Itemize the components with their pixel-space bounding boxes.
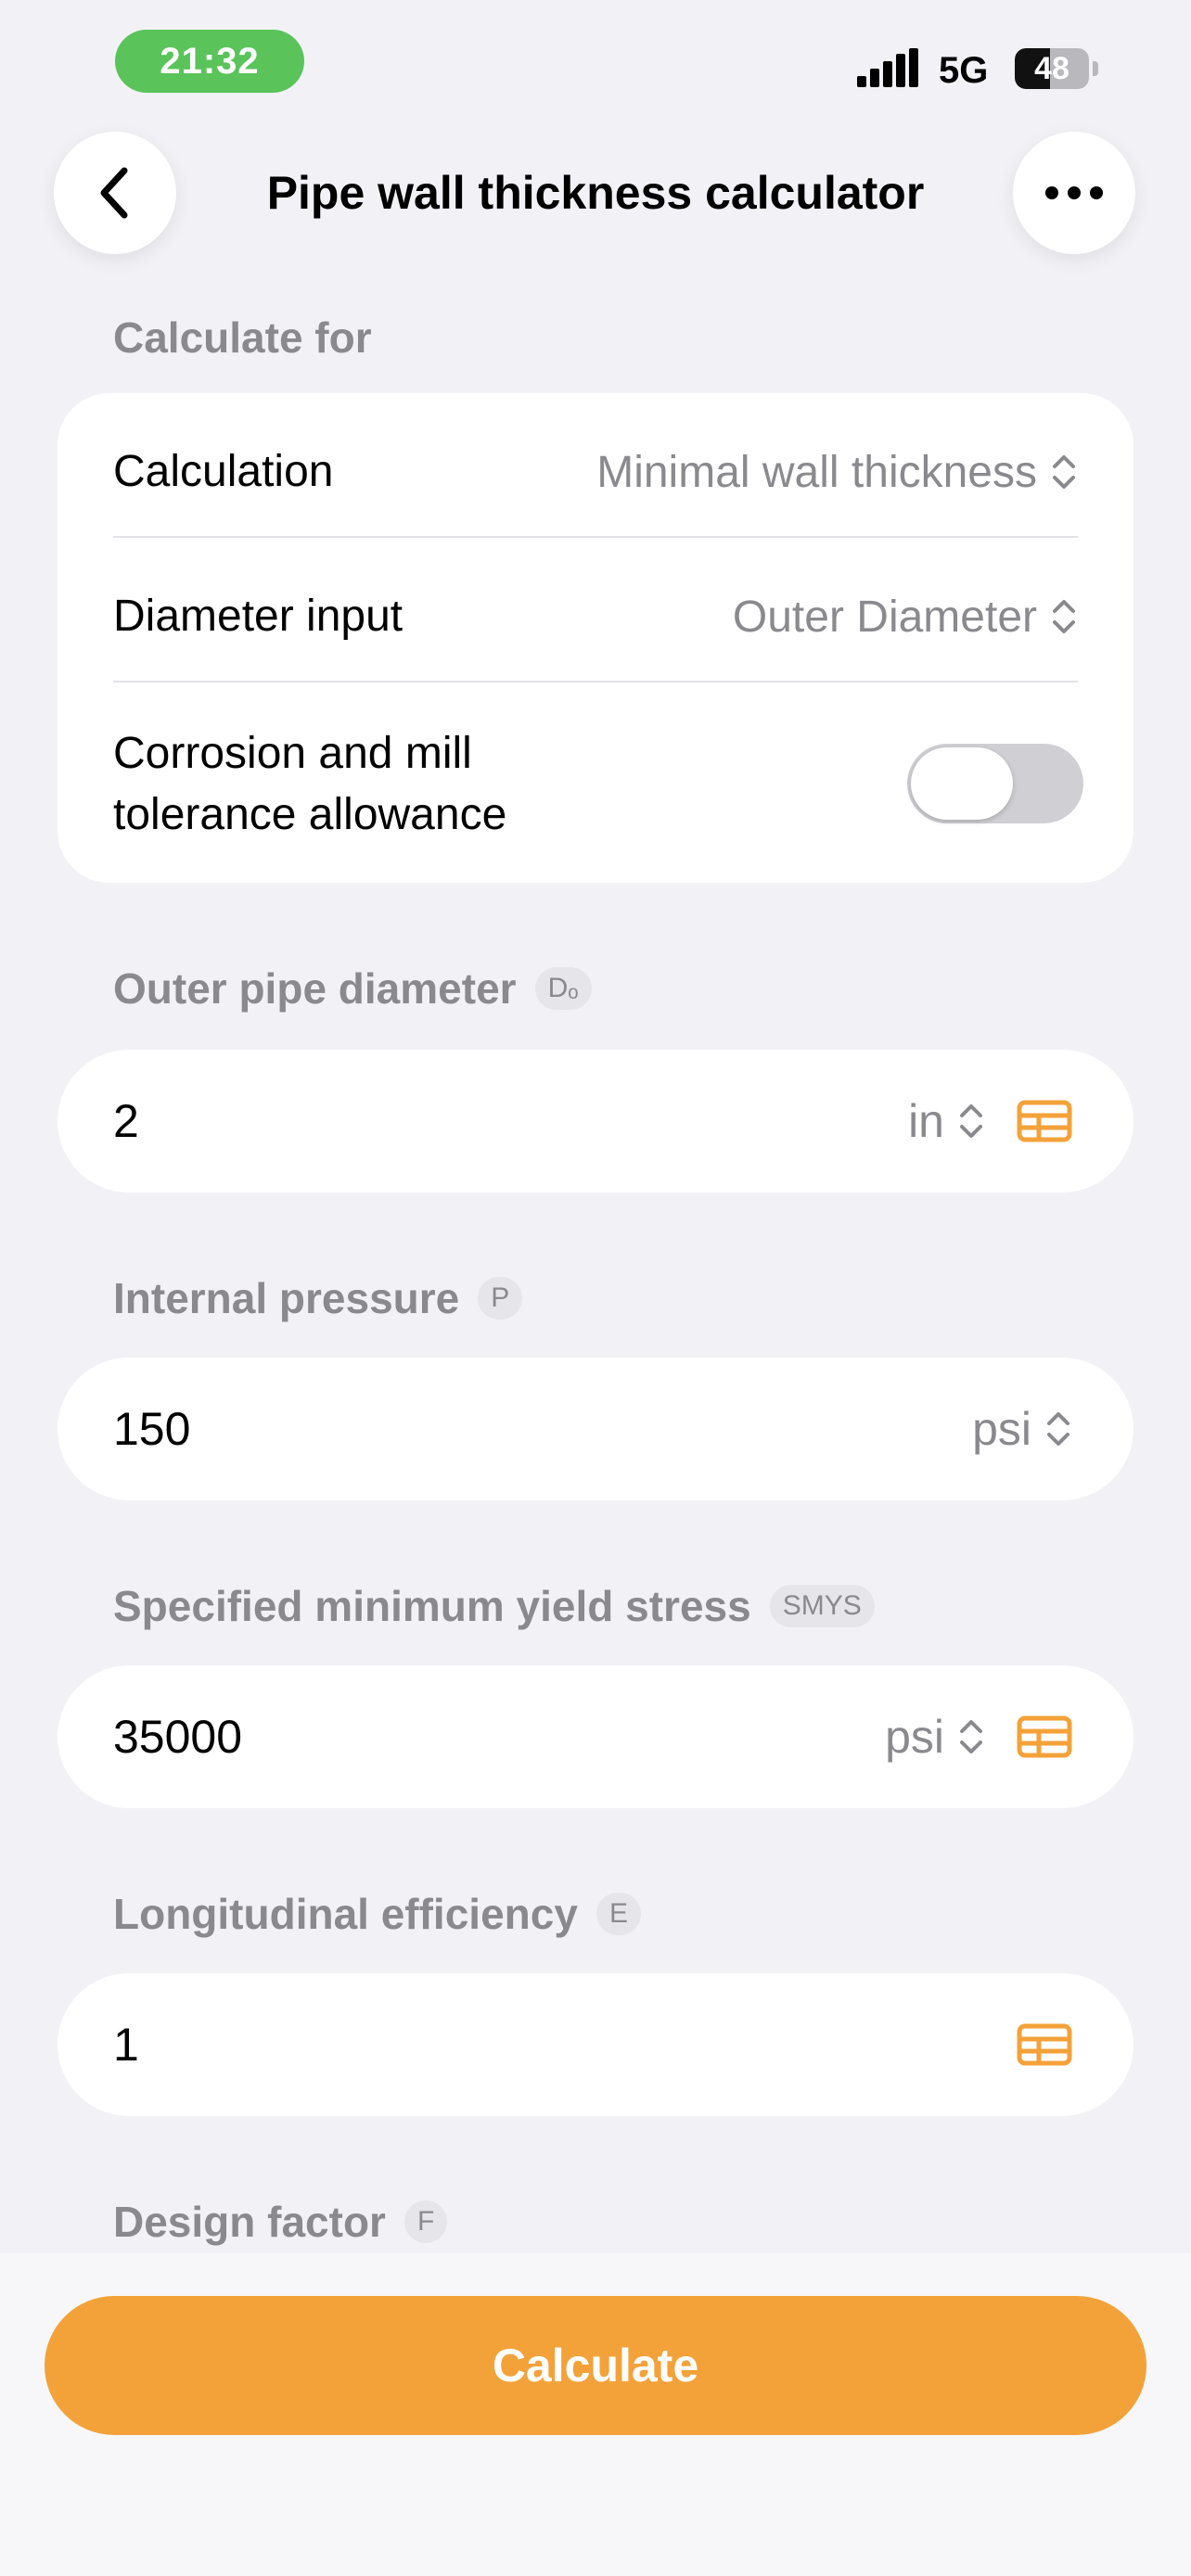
symbol-badge: P: [478, 1277, 523, 1320]
divider: [113, 681, 1078, 682]
calculation-row[interactable]: Calculation Minimal wall thickness: [113, 441, 1078, 503]
internal-pressure-value[interactable]: 150: [113, 1402, 190, 1456]
field-label-text: Specified minimum yield stress: [113, 1582, 751, 1630]
longitudinal-efficiency-value[interactable]: 1: [113, 2018, 139, 2072]
back-button[interactable]: [54, 132, 176, 254]
toggle-knob: [911, 747, 1013, 820]
page-title: Pipe wall thickness calculator: [266, 167, 925, 219]
chevron-left-icon: [100, 167, 128, 219]
battery-icon: 48: [1015, 48, 1089, 89]
unit-select[interactable]: psi: [885, 1710, 985, 1764]
field-label-design-factor: Design factor F: [113, 2194, 448, 2250]
field-label-outer-diameter: Outer pipe diameter Dₒ: [113, 961, 592, 1016]
chevron-up-down-icon: [960, 1104, 982, 1138]
settings-card: Calculation Minimal wall thickness Diame…: [58, 393, 1133, 883]
diameter-input-label: Diameter input: [113, 592, 403, 641]
outer-diameter-input[interactable]: 2 in: [58, 1050, 1133, 1192]
diameter-input-value: Outer Diameter: [732, 592, 1037, 642]
field-controls: in: [908, 1094, 1072, 1148]
chevron-up-down-icon: [960, 1720, 982, 1753]
field-controls: [985, 2023, 1072, 2066]
section-label-calculate-for: Calculate for: [113, 310, 372, 365]
chevron-up-down-icon: [1053, 455, 1075, 489]
cellular-signal-icon: [857, 48, 918, 87]
smys-input[interactable]: 35000 psi: [58, 1665, 1133, 1808]
section-label-text: Calculate for: [113, 313, 372, 362]
divider: [113, 536, 1078, 538]
table-icon[interactable]: [1017, 1100, 1072, 1142]
status-time: 21:32: [115, 30, 304, 93]
field-label-text: Outer pipe diameter: [113, 964, 517, 1013]
outer-diameter-value[interactable]: 2: [113, 1094, 139, 1148]
field-label-internal-pressure: Internal pressure P: [113, 1270, 523, 1326]
table-icon[interactable]: [1017, 1715, 1072, 1758]
calculation-select[interactable]: Minimal wall thickness: [596, 447, 1078, 498]
longitudinal-efficiency-input[interactable]: 1: [58, 1973, 1133, 2116]
symbol-badge: SMYS: [769, 1585, 875, 1627]
corrosion-row: Corrosion and mill tolerance allowance: [113, 723, 506, 846]
symbol-badge: E: [596, 1893, 641, 1935]
diameter-input-select[interactable]: Outer Diameter: [733, 592, 1078, 643]
internal-pressure-input[interactable]: 150 psi: [58, 1358, 1133, 1500]
corrosion-label: Corrosion and mill tolerance allowance: [113, 723, 506, 846]
unit-value: in: [908, 1095, 944, 1147]
unit-value: psi: [972, 1403, 1031, 1455]
calculation-label: Calculation: [113, 447, 334, 496]
symbol-badge: F: [403, 2200, 448, 2243]
unit-select[interactable]: psi: [972, 1402, 1072, 1456]
table-icon[interactable]: [1017, 2023, 1072, 2066]
ellipsis-icon: [1045, 186, 1103, 199]
more-button[interactable]: [1013, 132, 1135, 254]
smys-value[interactable]: 35000: [113, 1710, 242, 1764]
chevron-up-down-icon: [1053, 600, 1075, 633]
field-label-text: Design factor: [113, 2198, 386, 2246]
corrosion-label-line1: Corrosion and mill: [113, 729, 472, 778]
unit-value: psi: [885, 1711, 944, 1763]
corrosion-label-line2: tolerance allowance: [113, 790, 507, 839]
corrosion-toggle[interactable]: [907, 744, 1083, 823]
calculate-button[interactable]: Calculate: [45, 2296, 1146, 2435]
diameter-input-row[interactable]: Diameter input Outer Diameter: [113, 586, 1078, 647]
field-label-text: Internal pressure: [113, 1274, 460, 1322]
battery-cap: [1093, 61, 1098, 76]
symbol-badge: Dₒ: [534, 967, 592, 1010]
field-controls: psi: [885, 1710, 1072, 1764]
battery-level: 48: [1034, 50, 1069, 86]
unit-select[interactable]: in: [908, 1094, 985, 1148]
network-type: 5G: [939, 50, 989, 91]
calculation-value: Minimal wall thickness: [596, 447, 1037, 497]
field-controls: psi: [972, 1402, 1072, 1456]
field-label-smys: Specified minimum yield stress SMYS: [113, 1578, 875, 1634]
chevron-up-down-icon: [1047, 1412, 1069, 1446]
field-label-longitudinal-efficiency: Longitudinal efficiency E: [113, 1886, 641, 1942]
field-label-text: Longitudinal efficiency: [113, 1890, 578, 1938]
